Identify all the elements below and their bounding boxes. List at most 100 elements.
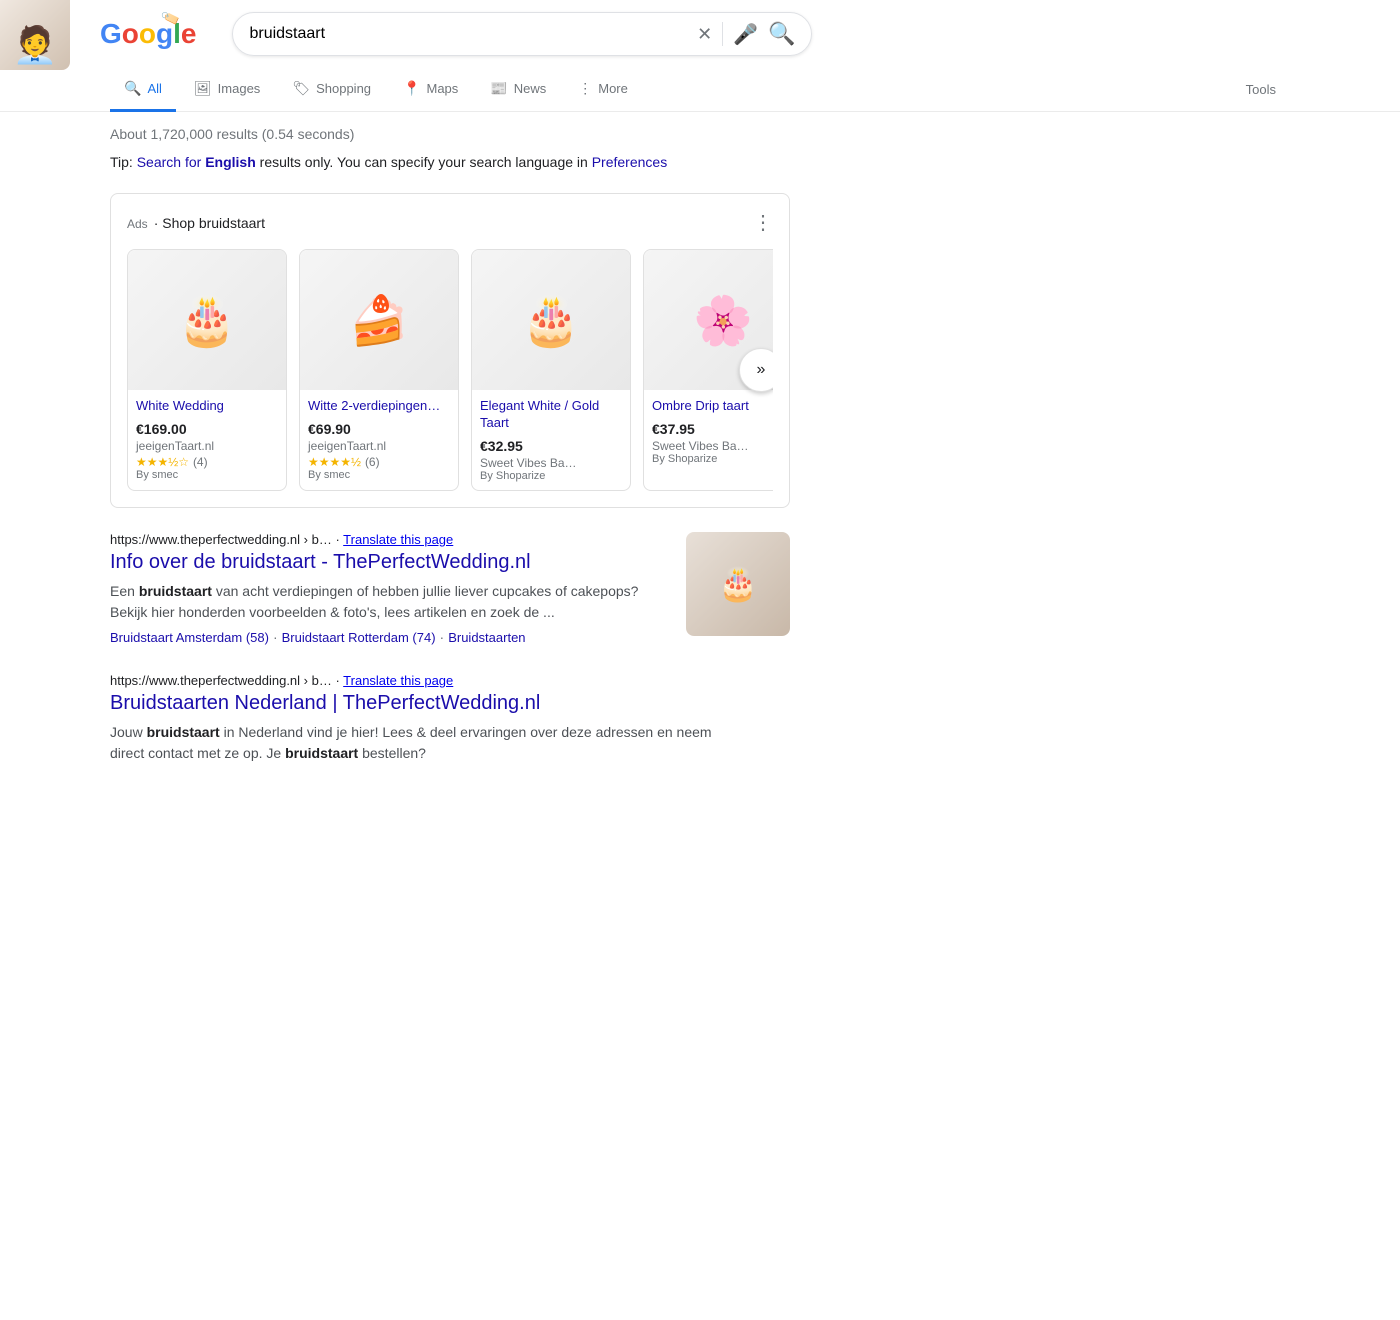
product-by: By smec [136, 469, 278, 481]
shopping-icon: 🏷 [292, 80, 310, 97]
divider [722, 22, 723, 46]
images-icon: 🖼 [194, 80, 212, 97]
nav-label-more: More [598, 81, 628, 96]
product-name: White Wedding [136, 398, 278, 415]
all-icon: 🔍 [124, 80, 141, 97]
result-snippet: Een bruidstaart van acht verdiepingen of… [110, 581, 670, 623]
product-image-placeholder: 🎂 [472, 250, 630, 390]
logo-o1: o [122, 18, 139, 49]
search-icon[interactable]: 🔍 [768, 21, 795, 47]
product-image: 🎂 [128, 250, 286, 390]
result-content: https://www.theperfectwedding.nl › b… · … [110, 673, 790, 764]
product-stars: ★★★★½ [308, 455, 361, 469]
result-url: https://www.theperfectwedding.nl › b… · … [110, 532, 670, 547]
nav-item-news[interactable]: 📰 News [476, 68, 560, 112]
product-image: 🎂 [472, 250, 630, 390]
product-card[interactable]: 🎂 Elegant White / Gold Taart €32.95 Swee… [471, 249, 631, 491]
product-rating: ★★★★½ (6) [308, 453, 450, 469]
translate-link[interactable]: Translate this page [343, 532, 453, 547]
ads-more-icon[interactable]: ⋮ [753, 210, 773, 235]
product-by: By smec [308, 469, 450, 481]
product-store: Sweet Vibes Ba… [652, 439, 773, 453]
ads-label: Ads [127, 217, 148, 231]
search-input[interactable]: bruidstaart [249, 25, 687, 43]
news-icon: 📰 [490, 80, 507, 97]
product-info: Ombre Drip taart €37.95 Sweet Vibes Ba… … [644, 390, 773, 473]
product-price: €32.95 [480, 438, 622, 454]
nav-item-images[interactable]: 🖼 Images [180, 68, 274, 112]
product-name: Ombre Drip taart [652, 398, 773, 415]
ads-section: Ads · Shop bruidstaart ⋮ 🎂 White Wedding … [110, 193, 790, 508]
logo-o2: o [139, 18, 156, 49]
google-logo: Goog🏷️le [100, 18, 196, 50]
nav-label-shopping: Shopping [316, 81, 371, 96]
organic-results: https://www.theperfectwedding.nl › b… · … [110, 532, 790, 764]
product-rating: ★★★½☆ (4) [136, 453, 278, 469]
more-icon: ⋮ [578, 80, 592, 97]
product-stars-count: (6) [365, 455, 380, 469]
result-title[interactable]: Info over de bruidstaart - ThePerfectWed… [110, 549, 670, 575]
product-card[interactable]: 🎂 White Wedding €169.00 jeeigenTaart.nl … [127, 249, 287, 491]
result-url-text: https://www.theperfectwedding.nl › b… [110, 673, 335, 688]
result-image: 🎂 [686, 532, 790, 636]
products-grid: 🎂 White Wedding €169.00 jeeigenTaart.nl … [127, 249, 773, 491]
maps-icon: 📍 [403, 80, 420, 97]
sitelink[interactable]: Bruidstaart Amsterdam (58) [110, 630, 269, 645]
tools-button[interactable]: Tools [1232, 70, 1290, 109]
results-count: About 1,720,000 results (0.54 seconds) [110, 122, 790, 152]
tip-box: Tip: Search for English results only. Yo… [110, 152, 790, 173]
nav-item-all[interactable]: 🔍 All [110, 68, 176, 112]
nav-label-news: News [514, 81, 547, 96]
nav-item-shopping[interactable]: 🏷 Shopping [278, 68, 385, 112]
results-area: About 1,720,000 results (0.54 seconds) T… [0, 112, 900, 802]
product-stars: ★★★½☆ [136, 455, 189, 469]
logo-e: e [181, 18, 197, 49]
result-item: https://www.theperfectwedding.nl › b… · … [110, 673, 790, 764]
search-bar: bruidstaart ✕ 🎤 🔍 [232, 12, 812, 56]
product-image: 🍰 [300, 250, 458, 390]
product-name: Witte 2-verdiepingen… [308, 398, 450, 415]
clear-icon[interactable]: ✕ [697, 24, 712, 45]
logo-g: G [100, 18, 122, 49]
product-by: By Shoparize [480, 470, 622, 482]
product-price: €169.00 [136, 421, 278, 437]
nav-label-all: All [147, 81, 161, 96]
result-url: https://www.theperfectwedding.nl › b… · … [110, 673, 790, 688]
product-info: Witte 2-verdiepingen… €69.90 jeeigenTaar… [300, 390, 458, 489]
result-content: https://www.theperfectwedding.nl › b… · … [110, 532, 670, 645]
product-image-placeholder: 🍰 [300, 250, 458, 390]
result-snippet: Jouw bruidstaart in Nederland vind je hi… [110, 722, 790, 764]
product-store: Sweet Vibes Ba… [480, 456, 622, 470]
result-item: https://www.theperfectwedding.nl › b… · … [110, 532, 790, 645]
result-image-placeholder: 🎂 [686, 532, 790, 636]
logo-g2: g🏷️ [156, 18, 173, 49]
result-sitelinks: Bruidstaart Amsterdam (58)·Bruidstaart R… [110, 629, 670, 645]
result-url-text: https://www.theperfectwedding.nl › b… [110, 532, 335, 547]
nav-item-maps[interactable]: 📍 Maps [389, 68, 472, 112]
product-price: €37.95 [652, 421, 773, 437]
result-title[interactable]: Bruidstaarten Nederland | ThePerfectWedd… [110, 690, 790, 716]
translate-link[interactable]: Translate this page [343, 673, 453, 688]
nav-label-maps: Maps [426, 81, 458, 96]
product-card[interactable]: 🍰 Witte 2-verdiepingen… €69.90 jeeigenTa… [299, 249, 459, 491]
tip-suffix: results only. You can specify your searc… [256, 154, 592, 170]
sitelink[interactable]: Bruidstaart Rotterdam (74) [282, 630, 436, 645]
sitelink[interactable]: Bruidstaarten [448, 630, 525, 645]
product-price: €69.90 [308, 421, 450, 437]
nav-item-more[interactable]: ⋮ More [564, 68, 642, 112]
product-info: White Wedding €169.00 jeeigenTaart.nl ★★… [128, 390, 286, 489]
tip-prefix: Tip: [110, 154, 137, 170]
product-stars-count: (4) [193, 455, 208, 469]
header: Goog🏷️le bruidstaart ✕ 🎤 🔍 [0, 0, 1400, 68]
product-image-placeholder: 🎂 [128, 250, 286, 390]
tip-preferences-link[interactable]: Preferences [592, 154, 667, 170]
product-info: Elegant White / Gold Taart €32.95 Sweet … [472, 390, 630, 490]
voice-icon[interactable]: 🎤 [733, 22, 758, 47]
tip-search-link[interactable]: Search for English [137, 154, 256, 170]
product-by: By Shoparize [652, 453, 773, 465]
product-name: Elegant White / Gold Taart [480, 398, 622, 432]
product-store: jeeigenTaart.nl [308, 439, 450, 453]
nav-label-images: Images [218, 81, 261, 96]
ads-title: · Shop bruidstaart [154, 215, 265, 231]
product-store: jeeigenTaart.nl [136, 439, 278, 453]
